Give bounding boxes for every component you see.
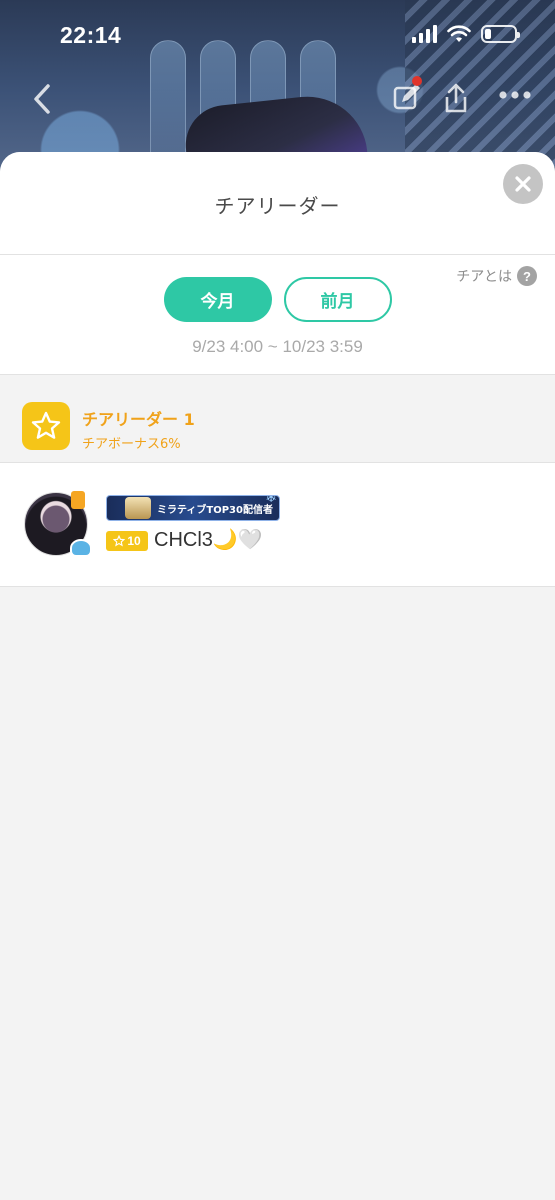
status-bar: 22:14	[0, 0, 555, 72]
status-time: 22:14	[60, 22, 122, 48]
period-tabs: 今月 前月	[0, 277, 555, 322]
star-icon	[31, 411, 61, 439]
status-icons	[412, 25, 520, 43]
level-value: 10	[127, 534, 141, 548]
cheer-bonus: チアボーナス6%	[82, 437, 181, 452]
tab-last-month[interactable]: 前月	[283, 277, 392, 322]
wifi-icon	[447, 25, 471, 42]
battery-level	[485, 29, 491, 39]
close-icon	[515, 176, 531, 192]
snowflake-icon: ❄	[265, 495, 277, 506]
user-name: CHCl3🌙🤍	[154, 529, 263, 551]
back-icon[interactable]	[28, 82, 56, 116]
star-outline-icon	[113, 535, 126, 547]
edit-icon	[393, 84, 420, 110]
share-icon[interactable]	[442, 82, 470, 114]
ranking-banner-text: ミラティブTOP30配信者	[157, 504, 273, 516]
cheerleader-sheet: チアリーダー チアとは ? 今月 前月 9/23 4:00 ~ 10/23 3:…	[0, 152, 555, 1200]
sheet-header: チアリーダー	[0, 152, 555, 255]
signal-icon	[412, 25, 437, 43]
app-screen: 22:14 チアリーダー チアとは ? 今月 前月 9/23 4:00 ~ 10…	[0, 0, 555, 1200]
period-section: チアとは ? 今月 前月 9/23 4:00 ~ 10/23 3:59	[0, 255, 555, 375]
battery-icon	[481, 25, 520, 43]
avatar-badge-icon	[71, 491, 85, 509]
avatar-frame-icon	[70, 539, 92, 557]
leader-rank-title: チアリーダー 1	[82, 410, 195, 429]
edit-button[interactable]	[392, 76, 422, 112]
sheet-title: チアリーダー	[214, 194, 341, 218]
rank-badge	[22, 402, 70, 450]
tab-this-month[interactable]: 今月	[163, 277, 272, 322]
leader-rank-header: チアリーダー 1 チアボーナス6%	[0, 375, 555, 463]
close-button[interactable]	[503, 164, 543, 204]
period-range: 9/23 4:00 ~ 10/23 3:59	[192, 337, 363, 356]
emblem-icon	[125, 497, 151, 519]
list-item[interactable]: ミラティブTOP30配信者 ❄ 10 CHCl3🌙🤍	[0, 463, 555, 587]
ranking-banner: ミラティブTOP30配信者 ❄	[106, 495, 280, 521]
notification-dot	[412, 76, 422, 86]
level-badge: 10	[106, 531, 148, 551]
more-icon[interactable]	[498, 90, 532, 100]
